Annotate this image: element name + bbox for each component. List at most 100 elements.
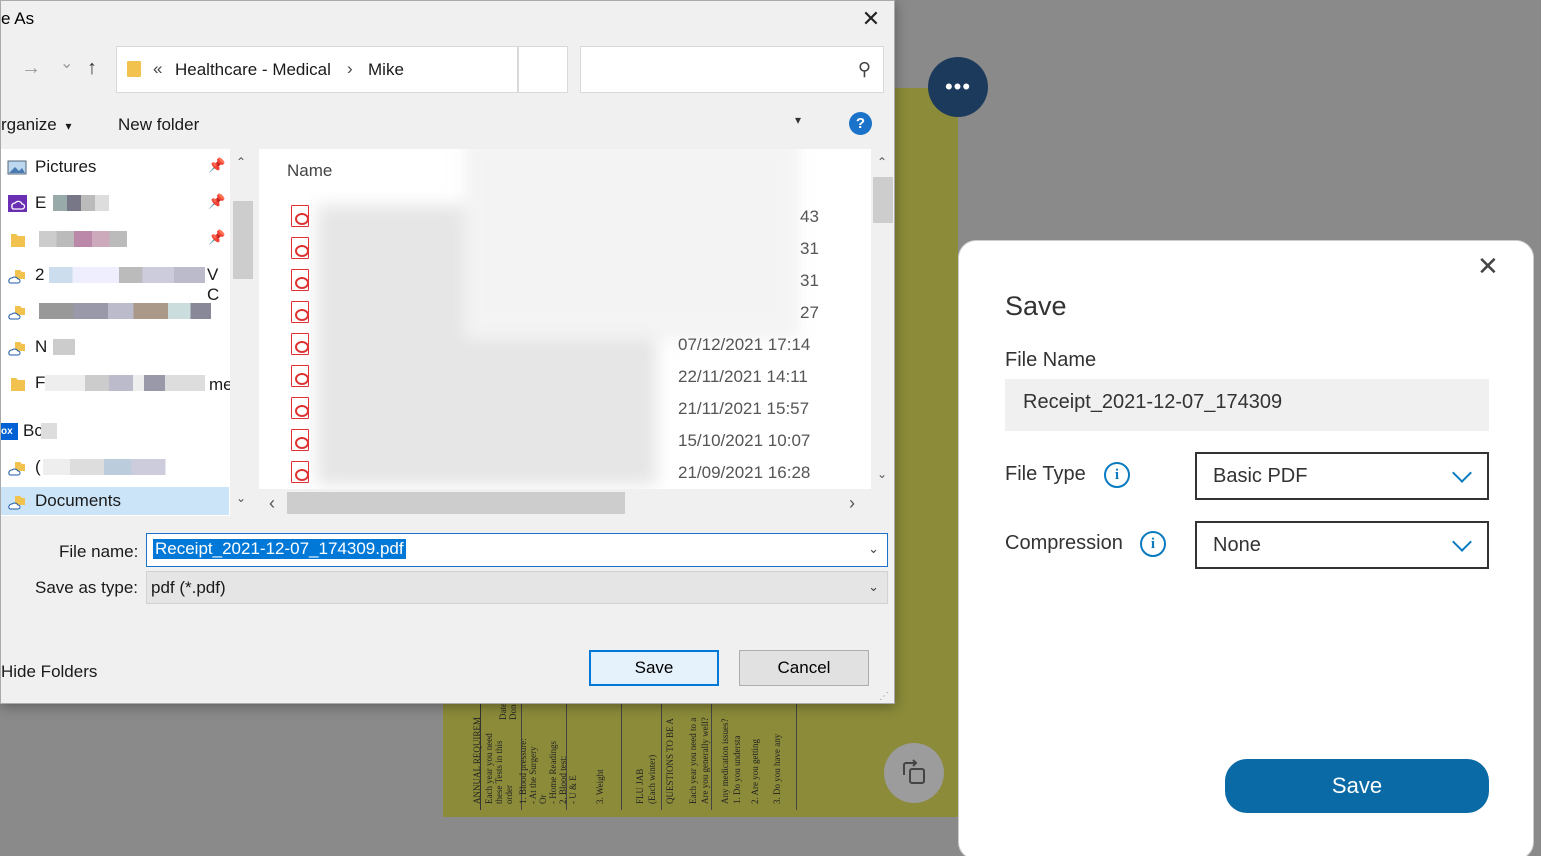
- breadcrumb-healthcare[interactable]: Healthcare - Medical: [175, 60, 331, 80]
- search-input[interactable]: ⚲: [580, 46, 884, 93]
- organize-menu[interactable]: rganize ▾: [1, 115, 72, 135]
- save-button[interactable]: Save: [1225, 759, 1489, 813]
- file-list-vertical-scrollbar[interactable]: ⌃ ⌄: [871, 149, 894, 489]
- nav-item-label: 2: [35, 265, 45, 284]
- blurred-region: [464, 149, 799, 339]
- pdf-file-icon[interactable]: [291, 205, 309, 227]
- more-icon: •••: [944, 74, 972, 99]
- nav-item-onedrive-folder[interactable]: [1, 297, 229, 325]
- pdf-file-icon[interactable]: [291, 429, 309, 451]
- pdf-file-icon[interactable]: [291, 333, 309, 355]
- pdf-file-icon[interactable]: [291, 301, 309, 323]
- file-list-horizontal-scrollbar[interactable]: ‹ ›: [259, 489, 871, 517]
- document-scan-table: ANNUAL REQUIREM Each year you need these…: [460, 700, 800, 810]
- redacted-text: [53, 195, 109, 211]
- scan-text: (Each winter): [647, 754, 657, 804]
- address-dropdown-button[interactable]: [518, 46, 568, 93]
- new-folder-button[interactable]: New folder: [118, 115, 199, 135]
- save-type-label: Save as type:: [35, 578, 139, 597]
- pdf-file-icon[interactable]: [291, 397, 309, 419]
- more-options-button[interactable]: •••: [928, 57, 988, 117]
- breadcrumb-separator: ›: [347, 59, 353, 78]
- resize-grip-icon[interactable]: ⋰: [879, 691, 889, 702]
- pin-icon[interactable]: 📌: [208, 193, 225, 210]
- nav-item-box[interactable]: ox Bc: [1, 417, 229, 445]
- nav-item-pictures[interactable]: Pictures 📌: [1, 153, 229, 181]
- column-header-name[interactable]: Name: [287, 161, 332, 181]
- scroll-down-icon[interactable]: ⌄: [236, 491, 246, 505]
- pdf-file-icon[interactable]: [291, 237, 309, 259]
- nav-pane-scrollbar[interactable]: ⌃ ⌄: [230, 149, 256, 516]
- pictures-icon: [7, 160, 27, 175]
- onedrive-folder-icon: [8, 270, 25, 284]
- rotate-button[interactable]: [884, 743, 944, 803]
- scan-text: ANNUAL REQUIREM: [472, 717, 482, 804]
- compression-select[interactable]: None: [1195, 521, 1489, 569]
- save-type-value: pdf (*.pdf): [151, 578, 226, 597]
- recent-dropdown-icon[interactable]: ⌄: [60, 53, 73, 73]
- scrollbar-thumb[interactable]: [287, 492, 625, 514]
- scroll-up-icon[interactable]: ⌃: [877, 155, 887, 169]
- view-options-icon[interactable]: ▾: [795, 113, 801, 127]
- nav-item-onedrive-folder[interactable]: 2 V C: [1, 261, 229, 304]
- folder-icon: [127, 61, 141, 77]
- box-icon: ox: [1, 423, 18, 440]
- chevron-down-icon[interactable]: ⌄: [868, 541, 879, 557]
- save-button[interactable]: Save: [589, 650, 719, 686]
- scan-text: Or: [538, 794, 548, 805]
- scrollbar-thumb[interactable]: [233, 201, 253, 279]
- onedrive-purple-icon: [8, 195, 27, 212]
- pdf-file-icon[interactable]: [291, 269, 309, 291]
- scroll-down-icon[interactable]: ⌄: [877, 467, 887, 481]
- documents-icon: [8, 496, 25, 510]
- help-icon[interactable]: ?: [849, 112, 872, 135]
- close-icon[interactable]: ✕: [1477, 251, 1499, 282]
- folder-icon: [11, 378, 25, 391]
- scan-column: [621, 700, 622, 810]
- scan-text: these Tests in this: [494, 740, 504, 804]
- close-icon[interactable]: ✕: [859, 7, 883, 31]
- redacted-text: [43, 459, 179, 475]
- nav-item-label: Bc: [23, 421, 43, 440]
- nav-item-onedrive-folder[interactable]: N: [1, 333, 229, 361]
- pdf-file-icon[interactable]: [291, 461, 309, 483]
- chevron-down-icon: ▾: [65, 119, 72, 133]
- hide-folders-button[interactable]: Hide Folders: [1, 662, 97, 682]
- scroll-right-icon[interactable]: ›: [849, 493, 855, 514]
- nav-item-folder[interactable]: 📌: [1, 225, 229, 253]
- scroll-left-icon[interactable]: ‹: [269, 493, 275, 514]
- save-type-select[interactable]: pdf (*.pdf) ⌄: [146, 571, 888, 604]
- nav-item-folder[interactable]: F me: [1, 369, 233, 397]
- scan-text: Each year you need to a: [688, 717, 698, 804]
- file-date: 22/11/2021 14:11: [678, 367, 808, 386]
- forward-arrow-icon[interactable]: →: [21, 57, 41, 80]
- cancel-button[interactable]: Cancel: [739, 650, 869, 686]
- address-bar[interactable]: « Healthcare - Medical › Mike: [116, 46, 518, 93]
- up-arrow-icon[interactable]: ↑: [87, 57, 97, 80]
- file-name-input[interactable]: Receipt_2021-12-07_174309.pdf ⌄: [146, 533, 888, 567]
- file-type-select[interactable]: Basic PDF: [1195, 452, 1489, 500]
- breadcrumb-mike[interactable]: Mike: [368, 60, 404, 80]
- nav-item-onedrive[interactable]: E 📌: [1, 189, 229, 217]
- scrollbar-thumb[interactable]: [873, 177, 893, 223]
- file-name-label: File name:: [59, 542, 139, 561]
- redacted-text: [39, 231, 127, 247]
- file-date: 15/10/2021 10:07: [678, 431, 811, 450]
- scan-text: 3. Do you have any: [772, 733, 782, 804]
- file-date: 21/09/2021 16:28: [678, 463, 811, 482]
- info-icon[interactable]: i: [1140, 531, 1166, 557]
- file-date: 27: [800, 303, 819, 322]
- nav-item-documents[interactable]: Documents: [1, 487, 229, 515]
- scroll-up-icon[interactable]: ⌃: [236, 155, 246, 169]
- file-date: 07/12/2021 17:14: [678, 335, 811, 354]
- pin-icon[interactable]: 📌: [208, 229, 225, 246]
- info-icon[interactable]: i: [1104, 462, 1130, 488]
- pin-icon[interactable]: 📌: [208, 157, 225, 174]
- pdf-file-icon[interactable]: [291, 365, 309, 387]
- nav-item-onedrive-folder[interactable]: (: [1, 453, 229, 481]
- redacted-text: [45, 375, 205, 391]
- file-name-value[interactable]: Receipt_2021-12-07_174309.pdf: [153, 539, 406, 559]
- breadcrumb-overflow[interactable]: «: [153, 59, 162, 79]
- scan-text: 2. Are you getting: [750, 739, 760, 804]
- file-name-field[interactable]: Receipt_2021-12-07_174309: [1005, 379, 1489, 431]
